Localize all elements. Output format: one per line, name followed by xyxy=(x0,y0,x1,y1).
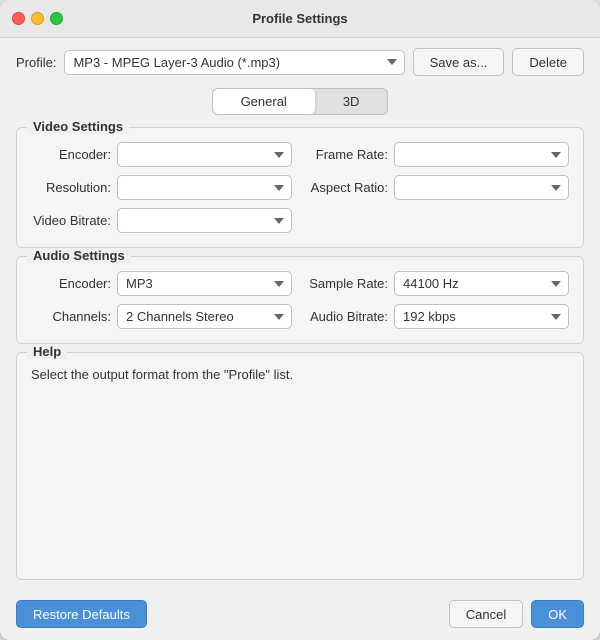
profile-settings-window: Profile Settings Profile: MP3 - MPEG Lay… xyxy=(0,0,600,640)
audio-encoder-select-wrapper: MP3 AAC OGG FLAC xyxy=(117,271,292,296)
help-section: Help Select the output format from the "… xyxy=(16,352,584,580)
sample-rate-row: Sample Rate: 22050 Hz 44100 Hz 48000 Hz xyxy=(308,271,569,296)
channels-label: Channels: xyxy=(31,309,111,324)
help-text: Select the output format from the "Profi… xyxy=(31,367,569,382)
footer-right: Cancel OK xyxy=(449,600,584,628)
channels-select-wrapper: 1 Channel Mono 2 Channels Stereo 5.1 Sur… xyxy=(117,304,292,329)
frame-rate-select-wrapper: 23.98 24 25 29.97 30 60 xyxy=(394,142,569,167)
resolution-select-wrapper: 1920x1080 1280x720 854x480 xyxy=(117,175,292,200)
encoder-row: Encoder: H.264 H.265 MPEG-4 xyxy=(31,142,292,167)
tab-general[interactable]: General xyxy=(213,89,315,114)
tabs-group: General 3D xyxy=(212,88,389,115)
main-content: Profile: MP3 - MPEG Layer-3 Audio (*.mp3… xyxy=(0,38,600,590)
audio-encoder-label: Encoder: xyxy=(31,276,111,291)
video-bitrate-select[interactable]: 1000 kbps 2000 kbps 4000 kbps xyxy=(117,208,292,233)
maximize-button[interactable] xyxy=(50,12,63,25)
resolution-select[interactable]: 1920x1080 1280x720 854x480 xyxy=(117,175,292,200)
video-bitrate-row: Video Bitrate: 1000 kbps 2000 kbps 4000 … xyxy=(31,208,292,233)
channels-row: Channels: 1 Channel Mono 2 Channels Ster… xyxy=(31,304,292,329)
channels-select[interactable]: 1 Channel Mono 2 Channels Stereo 5.1 Sur… xyxy=(117,304,292,329)
profile-select[interactable]: MP3 - MPEG Layer-3 Audio (*.mp3) MP4 - M… xyxy=(64,50,404,75)
window-title: Profile Settings xyxy=(252,11,347,26)
footer: Restore Defaults Cancel OK xyxy=(0,590,600,640)
aspect-ratio-label: Aspect Ratio: xyxy=(308,180,388,195)
encoder-select-wrapper: H.264 H.265 MPEG-4 xyxy=(117,142,292,167)
aspect-ratio-row: Aspect Ratio: 16:9 4:3 1:1 xyxy=(308,175,569,200)
sample-rate-select-wrapper: 22050 Hz 44100 Hz 48000 Hz xyxy=(394,271,569,296)
cancel-button[interactable]: Cancel xyxy=(449,600,523,628)
traffic-lights xyxy=(12,12,63,25)
minimize-button[interactable] xyxy=(31,12,44,25)
audio-bitrate-select-wrapper: 64 kbps 128 kbps 192 kbps 256 kbps 320 k… xyxy=(394,304,569,329)
profile-label: Profile: xyxy=(16,55,56,70)
restore-defaults-button[interactable]: Restore Defaults xyxy=(16,600,147,628)
video-bitrate-select-wrapper: 1000 kbps 2000 kbps 4000 kbps xyxy=(117,208,292,233)
aspect-ratio-select-wrapper: 16:9 4:3 1:1 xyxy=(394,175,569,200)
delete-button[interactable]: Delete xyxy=(512,48,584,76)
audio-settings-title: Audio Settings xyxy=(27,248,131,263)
titlebar: Profile Settings xyxy=(0,0,600,38)
aspect-ratio-select[interactable]: 16:9 4:3 1:1 xyxy=(394,175,569,200)
encoder-label: Encoder: xyxy=(31,147,111,162)
audio-settings-grid: Encoder: MP3 AAC OGG FLAC Sample Rate: xyxy=(31,271,569,329)
frame-rate-label: Frame Rate: xyxy=(308,147,388,162)
audio-bitrate-row: Audio Bitrate: 64 kbps 128 kbps 192 kbps… xyxy=(308,304,569,329)
audio-encoder-select[interactable]: MP3 AAC OGG FLAC xyxy=(117,271,292,296)
video-settings-grid: Encoder: H.264 H.265 MPEG-4 Frame Rate: xyxy=(31,142,569,233)
audio-bitrate-select[interactable]: 64 kbps 128 kbps 192 kbps 256 kbps 320 k… xyxy=(394,304,569,329)
sample-rate-label: Sample Rate: xyxy=(308,276,388,291)
tab-3d[interactable]: 3D xyxy=(315,89,388,114)
resolution-row: Resolution: 1920x1080 1280x720 854x480 xyxy=(31,175,292,200)
profile-select-wrapper: MP3 - MPEG Layer-3 Audio (*.mp3) MP4 - M… xyxy=(64,50,404,75)
tabs-row: General 3D xyxy=(16,88,584,115)
close-button[interactable] xyxy=(12,12,25,25)
video-bitrate-label: Video Bitrate: xyxy=(31,213,111,228)
sample-rate-select[interactable]: 22050 Hz 44100 Hz 48000 Hz xyxy=(394,271,569,296)
frame-rate-select[interactable]: 23.98 24 25 29.97 30 60 xyxy=(394,142,569,167)
save-as-button[interactable]: Save as... xyxy=(413,48,505,76)
help-title: Help xyxy=(27,344,67,359)
video-settings-title: Video Settings xyxy=(27,119,129,134)
ok-button[interactable]: OK xyxy=(531,600,584,628)
resolution-label: Resolution: xyxy=(31,180,111,195)
video-settings-section: Video Settings Encoder: H.264 H.265 MPEG… xyxy=(16,127,584,248)
profile-row: Profile: MP3 - MPEG Layer-3 Audio (*.mp3… xyxy=(16,48,584,76)
audio-bitrate-label: Audio Bitrate: xyxy=(308,309,388,324)
frame-rate-row: Frame Rate: 23.98 24 25 29.97 30 60 xyxy=(308,142,569,167)
audio-encoder-row: Encoder: MP3 AAC OGG FLAC xyxy=(31,271,292,296)
encoder-select[interactable]: H.264 H.265 MPEG-4 xyxy=(117,142,292,167)
audio-settings-section: Audio Settings Encoder: MP3 AAC OGG FLAC xyxy=(16,256,584,344)
